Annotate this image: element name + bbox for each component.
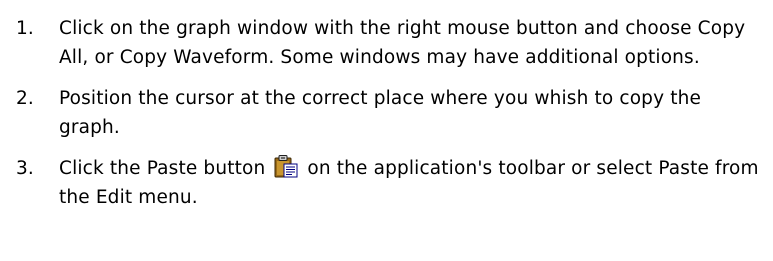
instruction-steps: 1. Click on the graph window with the ri… [0, 0, 773, 212]
step-text-before-icon: Click the Paste button [59, 158, 266, 179]
step-number: 1. [16, 18, 34, 39]
step-number: 3. [16, 158, 34, 179]
step-number: 2. [16, 88, 34, 109]
step-3: 3. Click the Paste button on the applica… [0, 154, 759, 212]
paste-clipboard-icon [273, 154, 299, 179]
step-text: Click on the graph window with the right… [59, 18, 746, 68]
step-text: Position the cursor at the correct place… [59, 88, 702, 138]
step-2: 2. Position the cursor at the correct pl… [0, 84, 759, 142]
step-1: 1. Click on the graph window with the ri… [0, 14, 759, 72]
